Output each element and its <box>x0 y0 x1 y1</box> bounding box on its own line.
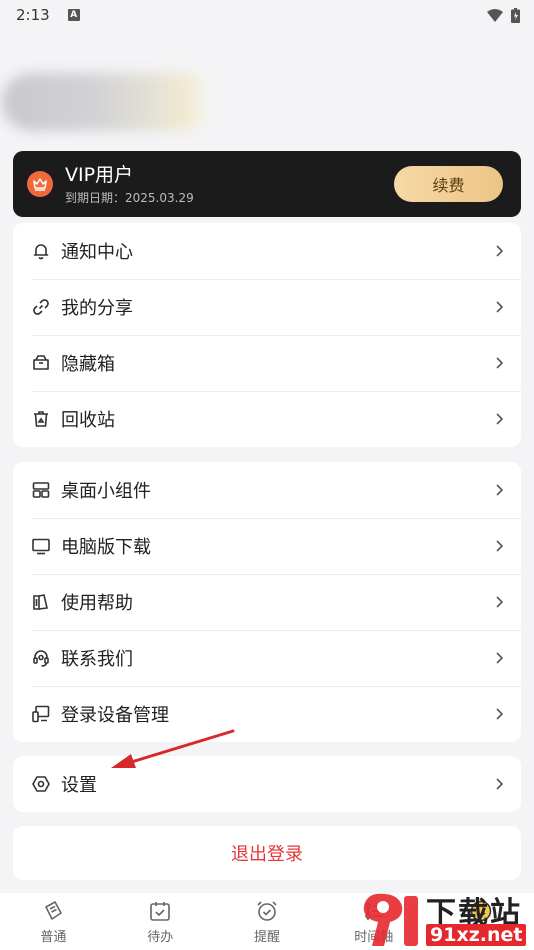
battery-icon <box>511 7 520 23</box>
alarm-icon <box>254 898 280 924</box>
menu-item-label: 电脑版下载 <box>61 537 151 558</box>
menu-group-3: 设置 <box>13 756 521 812</box>
menu-item-label: 我的分享 <box>61 298 133 319</box>
status-time: 2:13 <box>16 6 50 24</box>
renew-button[interactable]: 续费 <box>394 166 503 202</box>
menu-item-label: 回收站 <box>61 410 115 431</box>
menu-item-contact-us[interactable]: 联系我们 <box>13 630 521 686</box>
menu-item-desktop-widget[interactable]: 桌面小组件 <box>13 462 521 518</box>
tab-reminder[interactable]: 提醒 <box>214 893 321 950</box>
monitor-icon <box>31 536 51 556</box>
settings-icon <box>31 774 51 794</box>
chevron-right-icon <box>493 708 505 720</box>
widget-icon <box>31 480 51 500</box>
menu-item-notification-center[interactable]: 通知中心 <box>13 223 521 279</box>
tab-label: 提醒 <box>253 930 280 945</box>
tab-todo[interactable]: 待办 <box>107 893 214 950</box>
link-icon <box>31 297 51 317</box>
menu-item-label: 登录设备管理 <box>61 705 169 726</box>
crown-icon <box>27 171 53 197</box>
menu-item-label: 隐藏箱 <box>61 354 115 375</box>
recycle-bin-icon <box>31 409 51 429</box>
bell-icon <box>31 241 51 261</box>
status-bar: 2:13 A <box>0 0 534 30</box>
headset-icon <box>31 648 51 668</box>
vip-expire-date: 到期日期：2025.03.29 <box>65 190 194 205</box>
book-icon <box>31 592 51 612</box>
menu-item-help[interactable]: 使用帮助 <box>13 574 521 630</box>
chevron-right-icon <box>493 778 505 790</box>
menu-item-label: 使用帮助 <box>61 593 133 614</box>
chevron-right-icon <box>493 301 505 313</box>
chevron-right-icon <box>493 413 505 425</box>
menu-item-label: 联系我们 <box>61 649 133 670</box>
notification-a-icon: A <box>67 9 80 21</box>
note-icon <box>40 898 66 924</box>
vip-card[interactable]: VIP用户 到期日期：2025.03.29 续费 <box>13 151 521 217</box>
wifi-icon <box>487 8 503 22</box>
menu-item-hidden-box[interactable]: 隐藏箱 <box>13 335 521 391</box>
tab-label: 待办 <box>147 930 174 945</box>
menu-item-recycle-bin[interactable]: 回收站 <box>13 391 521 447</box>
menu-item-device-management[interactable]: 登录设备管理 <box>13 686 521 742</box>
menu-item-label: 通知中心 <box>61 242 133 263</box>
logout-button[interactable]: 退出登录 <box>13 826 521 880</box>
chevron-right-icon <box>493 540 505 552</box>
profile-header[interactable] <box>0 68 230 138</box>
tab-normal[interactable]: 普通 <box>0 893 107 950</box>
chevron-right-icon <box>493 596 505 608</box>
blurred-avatar-username <box>2 73 212 131</box>
chevron-right-icon <box>493 245 505 257</box>
box-icon <box>31 353 51 373</box>
chevron-right-icon <box>493 357 505 369</box>
devices-icon <box>31 704 51 724</box>
chevron-right-icon <box>493 484 505 496</box>
menu-item-label: 设置 <box>61 775 97 796</box>
watermark-text-2: 91xz.net <box>426 924 527 946</box>
menu-item-label: 桌面小组件 <box>61 481 151 502</box>
menu-item-settings[interactable]: 设置 <box>13 756 521 812</box>
chevron-right-icon <box>493 652 505 664</box>
vip-title: VIP用户 <box>65 163 134 186</box>
tab-label: 普通 <box>40 930 67 945</box>
menu-group-1: 通知中心 我的分享 隐藏箱 回收站 <box>13 223 521 447</box>
menu-item-pc-download[interactable]: 电脑版下载 <box>13 518 521 574</box>
menu-group-2: 桌面小组件 电脑版下载 使用帮助 联系我们 登录设备管理 <box>13 462 521 742</box>
watermark: 下载站 91xz.net <box>354 888 534 950</box>
calendar-check-icon <box>147 898 173 924</box>
menu-item-my-shares[interactable]: 我的分享 <box>13 279 521 335</box>
